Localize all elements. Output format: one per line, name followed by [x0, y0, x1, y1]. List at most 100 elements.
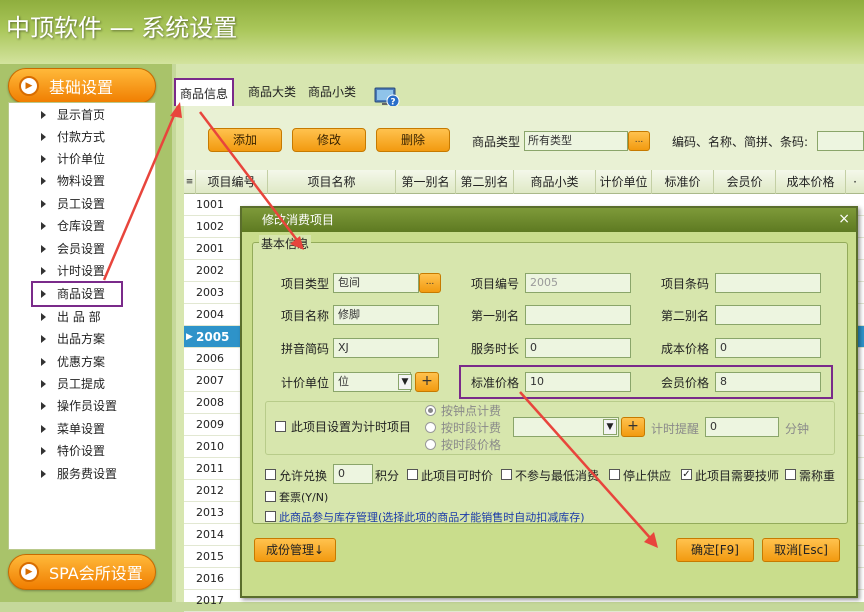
cancel-button[interactable]: 取消[Esc] [762, 538, 840, 562]
sidebar-item-menu-settings[interactable]: 菜单设置 [9, 419, 155, 439]
edit-button[interactable]: 修改 [292, 128, 366, 152]
basic-info-group: 基本信息 项目类型 包间 ... 项目编号 2005 项目条码 项目名称 修脚 … [252, 235, 848, 524]
radio-hourly[interactable] [425, 405, 436, 416]
stop-supply-checkbox[interactable] [609, 469, 620, 480]
type-input[interactable]: 所有类型 [524, 131, 628, 151]
type-picker-button[interactable]: ... [628, 131, 650, 151]
member-price-label: 会员价格 [660, 376, 709, 390]
item-name-field[interactable]: 修脚 [333, 305, 439, 325]
chevron-down-icon[interactable]: ▼ [398, 374, 412, 390]
sidebar-item-output-plan[interactable]: 出品方案 [9, 329, 155, 349]
triangle-icon [41, 335, 46, 343]
sidebar-item-discount[interactable]: 优惠方案 [9, 352, 155, 372]
alias2-field[interactable] [715, 305, 821, 325]
sidebar: ▶ 基础设置 显示首页 付款方式 计价单位 物料设置 员工设置 仓库设置 会员设… [0, 64, 172, 602]
close-icon[interactable]: × [838, 211, 850, 227]
minute-label: 分钟 [785, 422, 810, 436]
alias1-field[interactable] [525, 305, 631, 325]
add-button[interactable]: 添加 [208, 128, 282, 152]
sidebar-item-label: 员工提成 [57, 377, 106, 391]
column-header[interactable]: 商品小类 [514, 170, 596, 194]
sidebar-item-member[interactable]: 会员设置 [9, 239, 155, 259]
inventory-label: 此商品参与库存管理(选择此项的商品才能销售时自动扣减库存) [279, 511, 585, 524]
radio-period-price[interactable] [425, 439, 436, 450]
sidebar-item-service-fee[interactable]: 服务费设置 [9, 464, 155, 484]
chevron-down-icon[interactable]: ▼ [603, 419, 617, 435]
tab-category[interactable]: 商品大类 [244, 78, 300, 106]
radio-period-fee[interactable] [425, 422, 436, 433]
sidebar-item-output-dept[interactable]: 出 品 部 [9, 307, 155, 327]
remind-field[interactable]: 0 [705, 417, 779, 437]
table-cell: 2012 [196, 484, 224, 497]
add-timing-button[interactable]: + [621, 417, 645, 437]
triangle-icon [41, 267, 46, 275]
pinyin-field[interactable]: XJ [333, 338, 439, 358]
components-button[interactable]: 成份管理↓ [254, 538, 336, 562]
table-cell: 2016 [196, 572, 224, 585]
member-price-field[interactable]: 8 [715, 372, 821, 392]
sidebar-item-payment[interactable]: 付款方式 [9, 127, 155, 147]
dialog-title-text: 修改消费项目 [262, 213, 335, 227]
basic-settings-button[interactable]: ▶ 基础设置 [8, 68, 156, 104]
table-cell: 2007 [196, 374, 224, 387]
tab-subcategory[interactable]: 商品小类 [304, 78, 360, 106]
cost-field[interactable]: 0 [715, 338, 821, 358]
tab-product-info[interactable]: 商品信息 [174, 78, 235, 106]
exchange-label: 允许兑换 [279, 469, 328, 483]
add-unit-button[interactable]: + [415, 372, 439, 392]
exchange-points-field[interactable]: 0 [333, 464, 373, 484]
points-label: 积分 [375, 469, 400, 483]
column-header[interactable]: 标准价 [652, 170, 714, 194]
duration-label: 服务时长 [470, 342, 519, 356]
search-input[interactable] [817, 131, 864, 151]
sidebar-item-label: 计时设置 [57, 264, 106, 278]
timed-price-checkbox[interactable] [407, 469, 418, 480]
column-header[interactable]: 计价单位 [596, 170, 652, 194]
sidebar-item-staff[interactable]: 员工设置 [9, 194, 155, 214]
sidebar-item-special-price[interactable]: 特价设置 [9, 441, 155, 461]
sidebar-item-label: 服务费设置 [57, 467, 118, 481]
no-min-checkbox[interactable] [501, 469, 512, 480]
sidebar-item-warehouse[interactable]: 仓库设置 [9, 216, 155, 236]
tab-bar: 商品信息 商品大类 商品小类 ? [174, 72, 864, 108]
sidebar-item-timing[interactable]: 计时设置 [9, 261, 155, 281]
need-tech-checkbox[interactable]: ✓ [681, 469, 692, 480]
inventory-checkbox[interactable] [265, 511, 276, 522]
std-price-field[interactable]: 10 [525, 372, 631, 392]
dialog-title[interactable]: 修改消费项目 × [242, 208, 856, 232]
sidebar-item-material[interactable]: 物料设置 [9, 171, 155, 191]
ok-button[interactable]: 确定[F9] [676, 538, 754, 562]
timing-checkbox[interactable] [275, 421, 286, 432]
table-cell: 2017 [196, 594, 224, 607]
table-cell: 2009 [196, 418, 224, 431]
sidebar-item-label: 菜单设置 [57, 422, 106, 436]
column-header[interactable]: 项目名称 [268, 170, 396, 194]
column-header[interactable]: 第一别名 [396, 170, 456, 194]
sidebar-item-operator[interactable]: 操作员设置 [9, 396, 155, 416]
item-type-field[interactable]: 包间 [333, 273, 419, 293]
duration-field[interactable]: 0 [525, 338, 631, 358]
radio-hourly-label: 按钟点计费 [441, 404, 502, 418]
column-header[interactable]: 成本价格 [776, 170, 846, 194]
std-price-label: 标准价格 [470, 376, 519, 390]
timing-checkbox-label: 此项目设置为计时项目 [291, 420, 412, 434]
exchange-checkbox[interactable] [265, 469, 276, 480]
sidebar-item-product[interactable]: 商品设置 [31, 281, 123, 307]
column-header[interactable]: 会员价 [714, 170, 776, 194]
column-header[interactable]: 第二别名 [456, 170, 514, 194]
barcode-field[interactable] [715, 273, 821, 293]
spa-settings-button[interactable]: ▶ SPA会所设置 [8, 554, 156, 590]
sidebar-item-unit[interactable]: 计价单位 [9, 149, 155, 169]
item-name-label: 项目名称 [280, 309, 329, 323]
sidebar-item-home[interactable]: 显示首页 [9, 105, 155, 125]
item-type-label: 项目类型 [280, 277, 329, 291]
item-code-label: 项目编号 [470, 277, 519, 291]
sidebar-item-commission[interactable]: 员工提成 [9, 374, 155, 394]
item-type-picker-button[interactable]: ... [419, 273, 441, 293]
ticket-checkbox[interactable] [265, 491, 276, 502]
weigh-checkbox[interactable] [785, 469, 796, 480]
delete-button[interactable]: 删除 [376, 128, 450, 152]
sidebar-item-label: 操作员设置 [57, 399, 118, 413]
help-monitor-icon[interactable]: ? [374, 86, 400, 108]
column-header[interactable]: 项目编号 [196, 170, 268, 194]
